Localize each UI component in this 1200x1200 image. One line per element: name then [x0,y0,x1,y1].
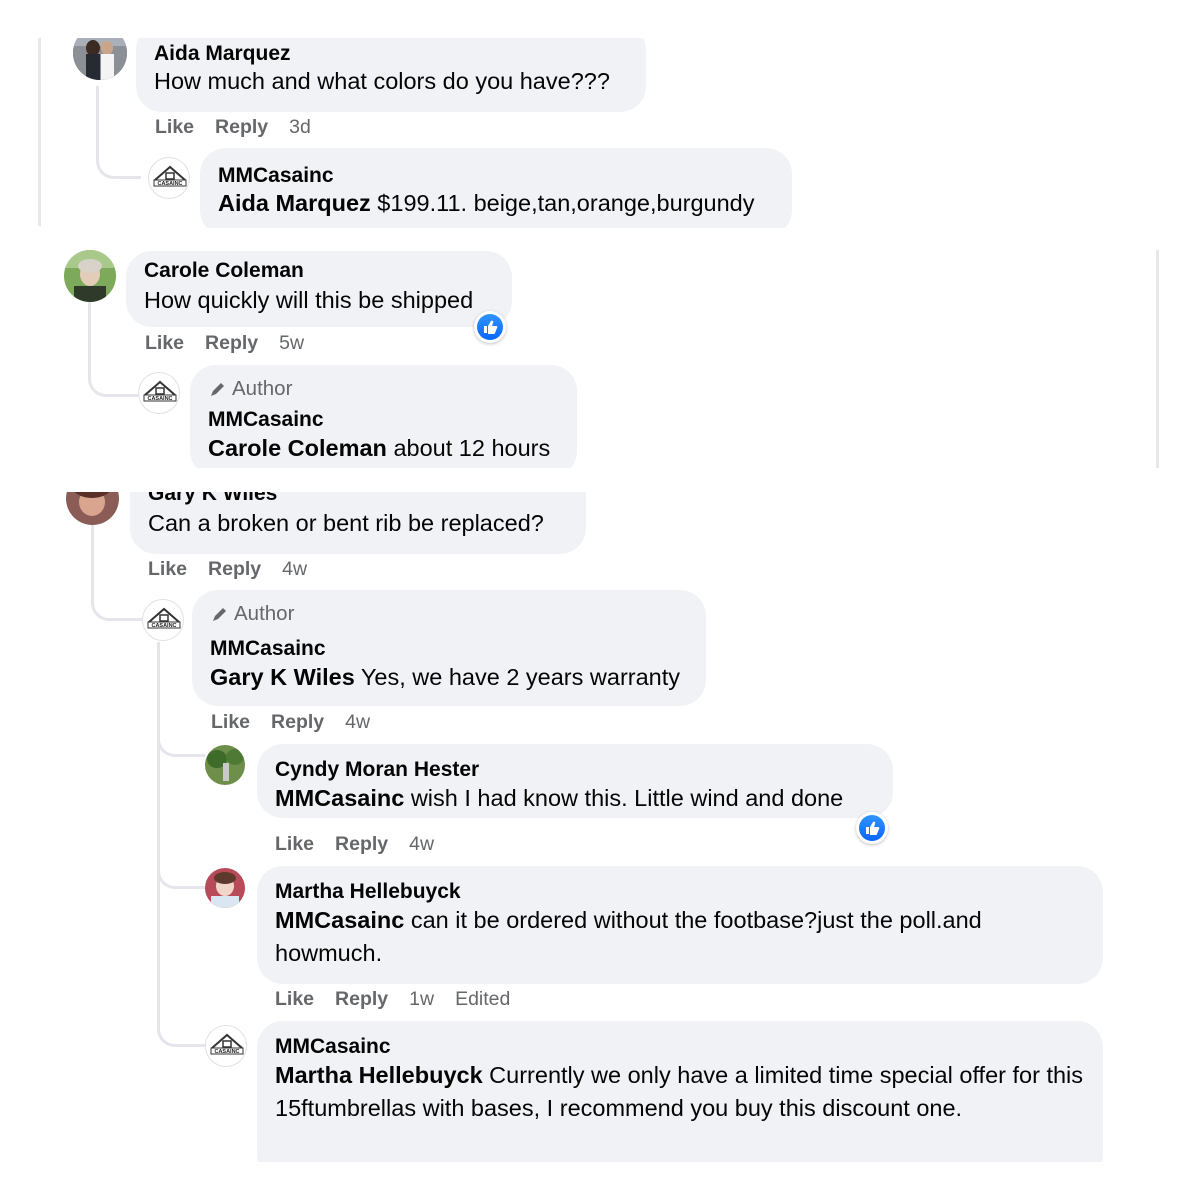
comment-bubble: Martha Hellebuyck MMCasainc can it be or… [257,866,1103,984]
thread-connector [157,722,205,757]
avatar[interactable] [205,868,245,908]
thread-connector [157,852,205,889]
reply-button[interactable]: Reply [205,332,258,355]
commenter-name[interactable]: MMCasainc [210,637,326,661]
comment-text: How quickly will this be shipped [144,287,474,313]
timestamp[interactable]: 5w [279,332,304,355]
comment-bubble: Gary K Wiles Can a broken or bent rib be… [130,492,586,554]
commenter-name[interactable]: MMCasainc [218,164,334,188]
avatar[interactable] [66,492,119,525]
page-logo-avatar[interactable]: CASAINC [205,1025,247,1067]
page-logo-avatar[interactable]: CASAINC [138,372,180,414]
commenter-name[interactable]: Aida Marquez [154,42,291,66]
comment-actions: Like Reply 5w [145,332,325,355]
like-reaction-icon[interactable] [856,812,888,844]
comment-text: Martha Hellebuyck Currently we only have… [275,1059,1087,1125]
like-button[interactable]: Like [275,988,314,1011]
commenter-name[interactable]: MMCasainc [208,408,324,432]
comment-text: MMCasainc wish I had know this. Little w… [275,782,877,815]
comment-text: Can a broken or bent rib be replaced? [148,510,544,536]
avatar[interactable] [205,745,245,785]
commenter-name[interactable]: MMCasainc [275,1035,391,1059]
mention-link[interactable]: Martha Hellebuyck [275,1062,483,1088]
reply-bubble: Author MMCasainc Gary K Wiles Yes, we ha… [192,590,706,706]
svg-text:CASAINC: CASAINC [214,1049,239,1055]
svg-text:CASAINC: CASAINC [157,181,182,187]
comment-actions: Like Reply 4w [148,558,328,581]
house-logo-icon: CASAINC [147,607,181,629]
comment-body: about 12 hours [386,435,551,461]
comment-bubble: Carole Coleman How quickly will this be … [126,251,512,327]
timestamp[interactable]: 4w [345,711,370,734]
page-logo-avatar[interactable]: CASAINC [148,157,190,199]
page-logo-avatar[interactable]: CASAINC [142,599,184,641]
reply-button[interactable]: Reply [335,988,388,1011]
house-logo-icon: CASAINC [143,380,177,402]
house-logo-icon: CASAINC [210,1033,244,1055]
like-reaction-icon[interactable] [474,311,506,343]
timestamp[interactable]: 1w [409,988,434,1011]
like-button[interactable]: Like [275,833,314,856]
comment-actions: Like Reply 3d [155,116,332,139]
mention-link[interactable]: Gary K Wiles [210,664,355,690]
reply-button[interactable]: Reply [271,711,324,734]
comment-text: Gary K Wiles Yes, we have 2 years warran… [210,661,690,694]
comment-actions: Like Reply 1w Edited [275,988,531,1011]
pen-icon [211,383,224,396]
timestamp[interactable]: 4w [282,558,307,581]
house-logo-icon: CASAINC [153,165,187,187]
timestamp[interactable]: 4w [409,833,434,856]
panel-divider [1156,250,1159,468]
comment-body: $199.11. beige,tan,orange,burgundy [370,190,755,216]
svg-text:CASAINC: CASAINC [151,623,176,629]
svg-text:CASAINC: CASAINC [147,396,172,402]
like-button[interactable]: Like [211,711,250,734]
comment-bubble: Cyndy Moran Hester MMCasainc wish I had … [257,744,893,818]
commenter-name[interactable]: Carole Coleman [144,259,304,283]
comment-bubble: Aida Marquez How much and what colors do… [136,38,646,112]
pen-icon [213,608,226,621]
thread-connector [96,86,141,179]
comment-body: Yes, we have 2 years warranty [354,664,681,690]
author-badge: Author [208,377,292,401]
comment-text: Aida Marquez $199.11. beige,tan,orange,b… [218,187,776,220]
timestamp[interactable]: 3d [289,116,311,139]
reply-button[interactable]: Reply [208,558,261,581]
edited-label[interactable]: Edited [455,988,510,1011]
reply-bubble: Author MMCasainc Carole Coleman about 12… [190,365,577,468]
comment-panel-3: Gary K Wiles Can a broken or bent rib be… [40,492,1120,1162]
comment-panel-2: Carole Coleman How quickly will this be … [40,250,1162,468]
like-button[interactable]: Like [145,332,184,355]
reply-bubble: MMCasainc Aida Marquez $199.11. beige,ta… [200,148,792,228]
comment-text: MMCasainc can it be ordered without the … [275,904,1087,970]
comment-text: How much and what colors do you have??? [154,68,610,94]
author-label: Author [234,602,295,625]
reply-button[interactable]: Reply [335,833,388,856]
mention-link[interactable]: Carole Coleman [208,435,387,461]
like-button[interactable]: Like [155,116,194,139]
author-badge: Author [210,602,294,626]
thread-line [157,642,160,1022]
comment-actions: Like Reply 4w [211,711,391,734]
avatar[interactable] [73,38,127,80]
comment-text: Carole Coleman about 12 hours [208,432,561,465]
avatar[interactable] [64,250,116,302]
panel-divider [38,38,41,226]
comment-body: wish I had know this. Little wind and do… [404,785,844,811]
commenter-name[interactable]: Cyndy Moran Hester [275,758,479,782]
mention-link[interactable]: Aida Marquez [218,190,371,216]
reply-bubble: MMCasainc Martha Hellebuyck Currently we… [257,1021,1103,1162]
like-button[interactable]: Like [148,558,187,581]
thread-connector [157,1012,208,1047]
mention-link[interactable]: MMCasainc [275,907,404,933]
comment-panel-1: Aida Marquez How much and what colors do… [38,38,808,228]
comment-actions: Like Reply 4w [275,833,455,856]
commenter-name[interactable]: Martha Hellebuyck [275,880,461,904]
reply-button[interactable]: Reply [215,116,268,139]
author-label: Author [232,377,293,400]
commenter-name[interactable]: Gary K Wiles [148,492,277,506]
mention-link[interactable]: MMCasainc [275,785,404,811]
